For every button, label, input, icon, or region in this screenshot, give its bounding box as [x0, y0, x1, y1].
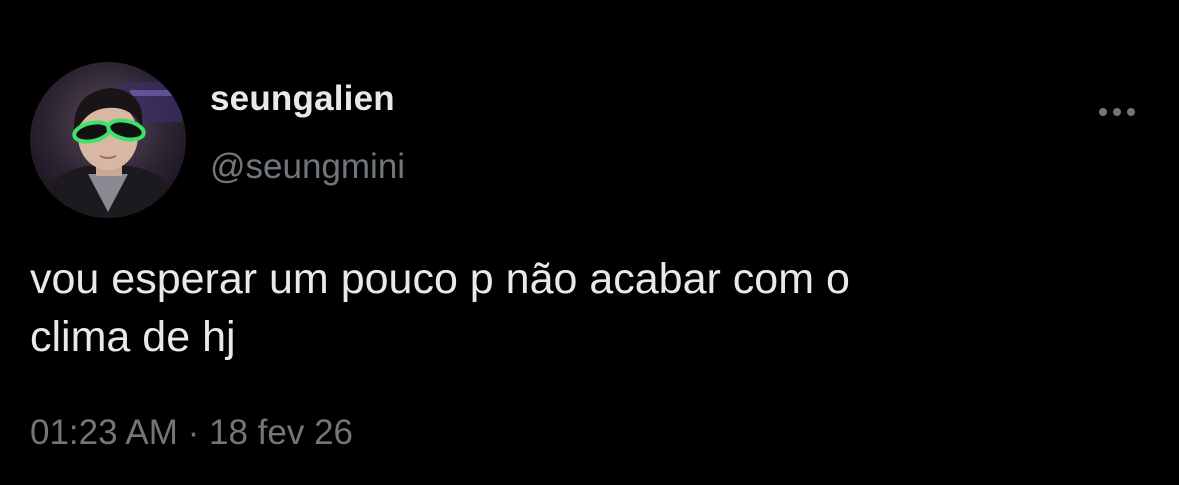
- author-handle[interactable]: @seungmini: [210, 146, 405, 188]
- avatar-image: [30, 62, 186, 218]
- tweet-text: vou esperar um pouco p não acabar com o …: [30, 255, 850, 361]
- tweet-date: 18 fev 26: [209, 413, 354, 452]
- tweet-timestamp[interactable]: 01:23 AM · 18 fev 26: [30, 412, 353, 454]
- tweet-card: seungalien @seungmini vou esperar um pou…: [0, 0, 1179, 485]
- tweet-time: 01:23 AM: [30, 413, 178, 452]
- more-horizontal-icon: [1099, 108, 1135, 116]
- meta-separator: ·: [187, 413, 200, 452]
- avatar[interactable]: [30, 62, 186, 218]
- more-options-button[interactable]: [1092, 96, 1142, 128]
- author-display-name[interactable]: seungalien: [210, 78, 395, 120]
